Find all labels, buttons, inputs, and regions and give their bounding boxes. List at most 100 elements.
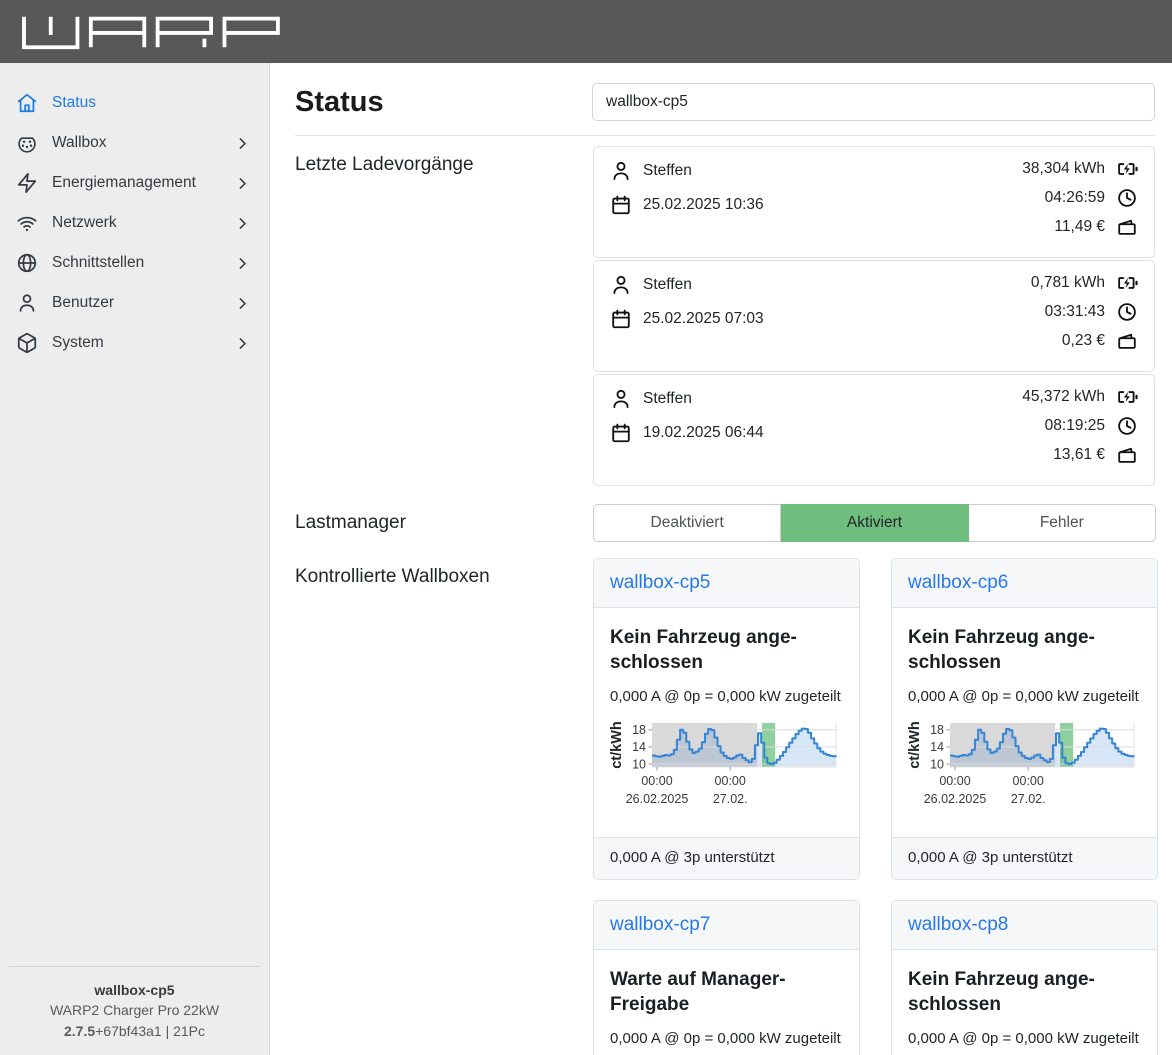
- calendar-icon: [610, 422, 632, 444]
- charge-cost: 0,23 €: [1062, 332, 1105, 350]
- sidebar-device-info: wallbox-cp5 WARP2 Charger Pro 22kW 2.7.5…: [9, 966, 260, 1055]
- charge-datetime: 25.02.2025 07:03: [643, 310, 764, 328]
- device-name: wallbox-cp5: [13, 980, 256, 1000]
- lastmanager-option-fehler[interactable]: Fehler: [969, 504, 1156, 542]
- wallbox-link-wallbox-cp8[interactable]: wallbox-cp8: [908, 914, 1008, 935]
- price-chart: 10 14 18 00:00 26.02.2025 00:00 27.02. ct/kWh: [610, 719, 843, 811]
- person-icon: [610, 388, 632, 410]
- charge-duration: 03:31:43: [1045, 303, 1105, 321]
- svg-text:10: 10: [930, 757, 944, 771]
- wallbox-status: Kein Fahrzeug ange-schlossen: [610, 625, 843, 675]
- warp-logo: [14, 11, 286, 53]
- chevron-right-icon: [234, 175, 251, 192]
- lastmanager-label: Lastmanager: [295, 504, 593, 534]
- calendar-icon: [610, 194, 632, 216]
- lastmanager-option-aktiviert[interactable]: Aktiviert: [781, 504, 968, 542]
- wallet-icon: [1116, 444, 1138, 466]
- wallbox-allocation: 0,000 A @ 0p = 0,000 kW zugeteilt: [908, 1030, 1141, 1047]
- wallbox-link-wallbox-cp6[interactable]: wallbox-cp6: [908, 572, 1008, 593]
- clock-icon: [1116, 415, 1138, 437]
- sidebar-item-wallbox[interactable]: Wallbox: [0, 123, 269, 163]
- user-icon: [16, 292, 38, 314]
- wallbox-card-wallbox-cp8: wallbox-cp8 Kein Fahrzeug ange-schlossen…: [891, 900, 1158, 1055]
- chevron-right-icon: [234, 255, 251, 272]
- sidebar-item-energiemanagement[interactable]: Energiemanagement: [0, 163, 269, 203]
- svg-text:00:00: 00:00: [939, 774, 970, 788]
- wallbox-link-wallbox-cp7[interactable]: wallbox-cp7: [610, 914, 710, 935]
- lightning-icon: [16, 172, 38, 194]
- svg-text:00:00: 00:00: [715, 774, 746, 788]
- charges-section: Letzte Ladevorgänge Steffen 25.02.2025 1…: [295, 146, 1155, 488]
- wallbox-supported: 0,000 A @ 3p unterstützt: [892, 837, 1157, 879]
- sidebar-item-system[interactable]: System: [0, 323, 269, 363]
- svg-text:18: 18: [632, 723, 646, 737]
- battery-charging-icon: [1116, 158, 1138, 180]
- charger-socket-icon: [16, 132, 38, 154]
- page-title: Status: [295, 83, 384, 121]
- price-chart: 10141800:0026.02.202500:0027.02.ct/kWh: [908, 719, 1141, 811]
- charge-cost: 13,61 €: [1053, 446, 1105, 464]
- wallbox-status: Warte auf Manager-Freigabe: [610, 967, 843, 1017]
- svg-text:26.02.2025: 26.02.2025: [626, 792, 689, 806]
- battery-charging-icon: [1116, 386, 1138, 408]
- topbar: [0, 0, 1172, 63]
- clock-icon: [1116, 187, 1138, 209]
- svg-text:14: 14: [632, 740, 646, 754]
- charge-energy: 0,781 kWh: [1031, 274, 1105, 292]
- svg-text:14: 14: [930, 740, 944, 754]
- wallet-icon: [1116, 330, 1138, 352]
- charges-label: Letzte Ladevorgänge: [295, 146, 593, 176]
- lastmanager-option-deaktiviert[interactable]: Deaktiviert: [593, 504, 781, 542]
- chevron-right-icon: [234, 135, 251, 152]
- svg-text:27.02.: 27.02.: [713, 792, 748, 806]
- divider: [295, 135, 1155, 136]
- main-content: Status Letzte Ladevorgänge Steffen 25.02…: [271, 63, 1172, 1055]
- device-name-input[interactable]: [592, 83, 1155, 121]
- wallet-icon: [1116, 216, 1138, 238]
- wallbox-supported: 0,000 A @ 3p unterstützt: [594, 837, 859, 879]
- svg-text:10: 10: [632, 757, 646, 771]
- svg-text:00:00: 00:00: [1013, 774, 1044, 788]
- charge-user: Steffen: [643, 162, 692, 180]
- chevron-right-icon: [234, 295, 251, 312]
- charge-cost: 11,49 €: [1054, 218, 1105, 236]
- device-model: WARP2 Charger Pro 22kW: [13, 1000, 256, 1020]
- wallbox-status: Kein Fahrzeug ange-schlossen: [908, 967, 1141, 1017]
- clock-icon: [1116, 301, 1138, 323]
- wallbox-link-wallbox-cp5[interactable]: wallbox-cp5: [610, 572, 710, 593]
- sidebar-item-schnittstellen[interactable]: Schnittstellen: [0, 243, 269, 283]
- chevron-right-icon: [234, 215, 251, 232]
- firmware-version: 2.7.5+67bf43a1 | 21Pc: [13, 1021, 256, 1041]
- lastmanager-section: Lastmanager DeaktiviertAktiviertFehler: [295, 504, 1155, 542]
- battery-charging-icon: [1116, 272, 1138, 294]
- charge-record-list: Steffen 25.02.2025 10:36 38,304 kWh 04:2…: [593, 146, 1155, 488]
- lastmanager-state-group: DeaktiviertAktiviertFehler: [593, 504, 1156, 542]
- charge-energy: 38,304 kWh: [1022, 160, 1105, 178]
- wallbox-allocation: 0,000 A @ 0p = 0,000 kW zugeteilt: [610, 688, 843, 705]
- wallbox-card-wallbox-cp6: wallbox-cp6 Kein Fahrzeug ange-schlossen…: [891, 558, 1158, 880]
- charge-user: Steffen: [643, 276, 692, 294]
- wallbox-card-grid: wallbox-cp5 Kein Fahrzeug ange-schlossen…: [593, 558, 1156, 1055]
- sidebar-item-benutzer[interactable]: Benutzer: [0, 283, 269, 323]
- charge-duration: 04:26:59: [1045, 189, 1105, 207]
- charge-record: Steffen 25.02.2025 07:03 0,781 kWh 03:31…: [593, 260, 1155, 372]
- charge-record: Steffen 19.02.2025 06:44 45,372 kWh 08:1…: [593, 374, 1155, 486]
- wallboxes-label: Kontrollierte Wallboxen: [295, 558, 593, 588]
- svg-text:18: 18: [930, 723, 944, 737]
- svg-text:00:00: 00:00: [641, 774, 672, 788]
- charge-record: Steffen 25.02.2025 10:36 38,304 kWh 04:2…: [593, 146, 1155, 258]
- charge-user: Steffen: [643, 390, 692, 408]
- svg-text:27.02.: 27.02.: [1011, 792, 1046, 806]
- wallbox-card-wallbox-cp5: wallbox-cp5 Kein Fahrzeug ange-schlossen…: [593, 558, 860, 880]
- calendar-icon: [610, 308, 632, 330]
- wallbox-allocation: 0,000 A @ 0p = 0,000 kW zugeteilt: [610, 1030, 843, 1047]
- sidebar-item-netzwerk[interactable]: Netzwerk: [0, 203, 269, 243]
- sidebar: Status Wallbox Energiemanagement Netzwer…: [0, 63, 270, 1055]
- wallbox-card-wallbox-cp7: wallbox-cp7 Warte auf Manager-Freigabe 0…: [593, 900, 860, 1055]
- globe-icon: [16, 252, 38, 274]
- svg-text:ct/kWh: ct/kWh: [610, 721, 625, 769]
- person-icon: [610, 274, 632, 296]
- sidebar-item-status[interactable]: Status: [0, 83, 269, 123]
- charge-duration: 08:19:25: [1045, 417, 1105, 435]
- home-icon: [16, 92, 38, 114]
